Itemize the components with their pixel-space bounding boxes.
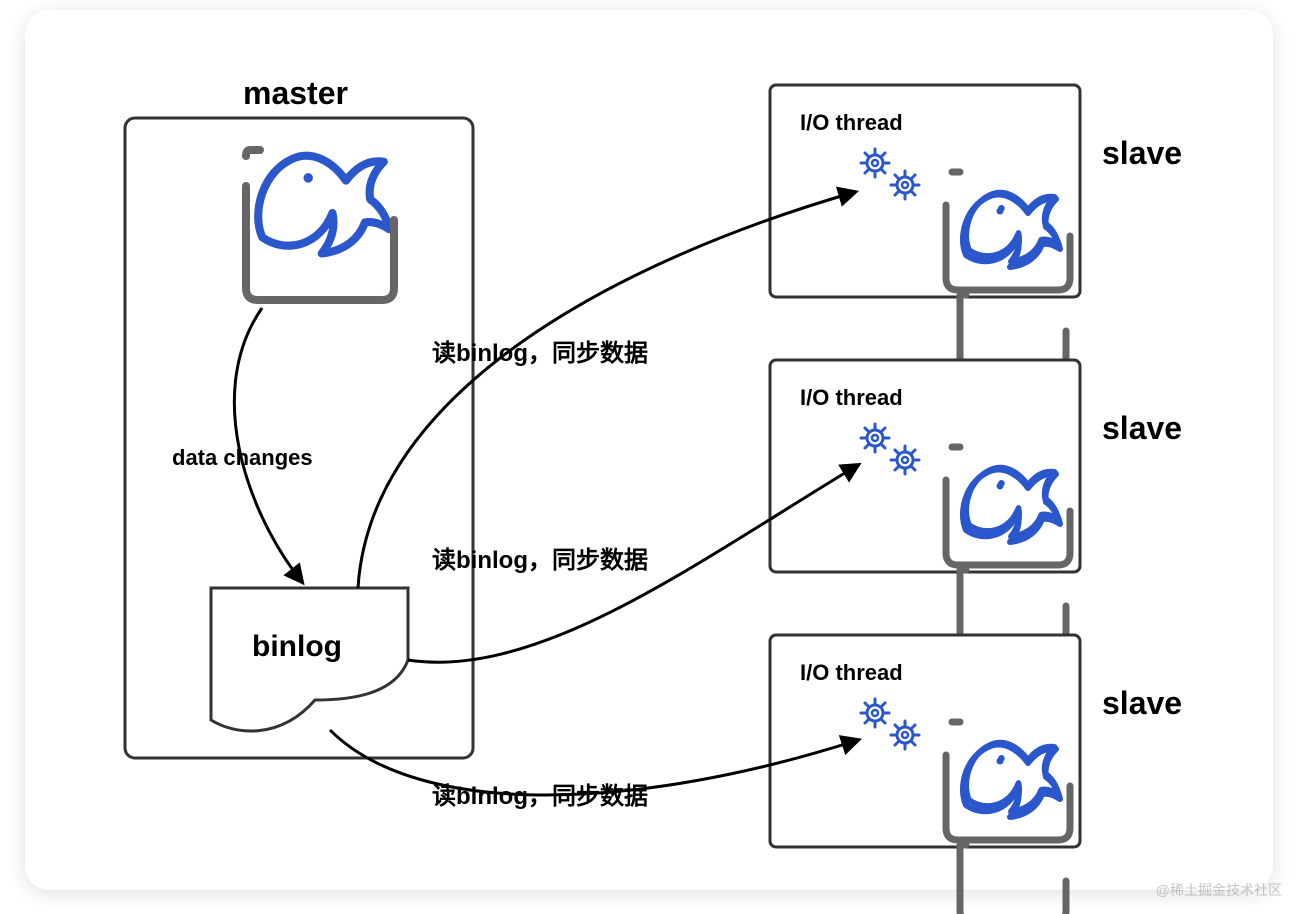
master-title: master xyxy=(243,75,348,112)
binlog-label: binlog xyxy=(252,630,342,664)
watermark: @稀土掘金技术社区 xyxy=(1156,880,1282,900)
io-thread-label-1: I/O thread xyxy=(800,110,903,136)
slave-title-2: slave xyxy=(1102,410,1182,447)
slave-title-1: slave xyxy=(1102,135,1182,172)
io-thread-label-2: I/O thread xyxy=(800,385,903,411)
io-thread-label-3: I/O thread xyxy=(800,660,903,686)
slave-title-3: slave xyxy=(1102,685,1182,722)
arrow-label-1: 读binlog，同步数据 xyxy=(432,333,648,368)
arrow-label-2: 读binlog，同步数据 xyxy=(432,540,648,575)
data-changes-label: data changes xyxy=(172,445,313,471)
arrow-label-3: 读binlog，同步数据 xyxy=(432,776,648,811)
